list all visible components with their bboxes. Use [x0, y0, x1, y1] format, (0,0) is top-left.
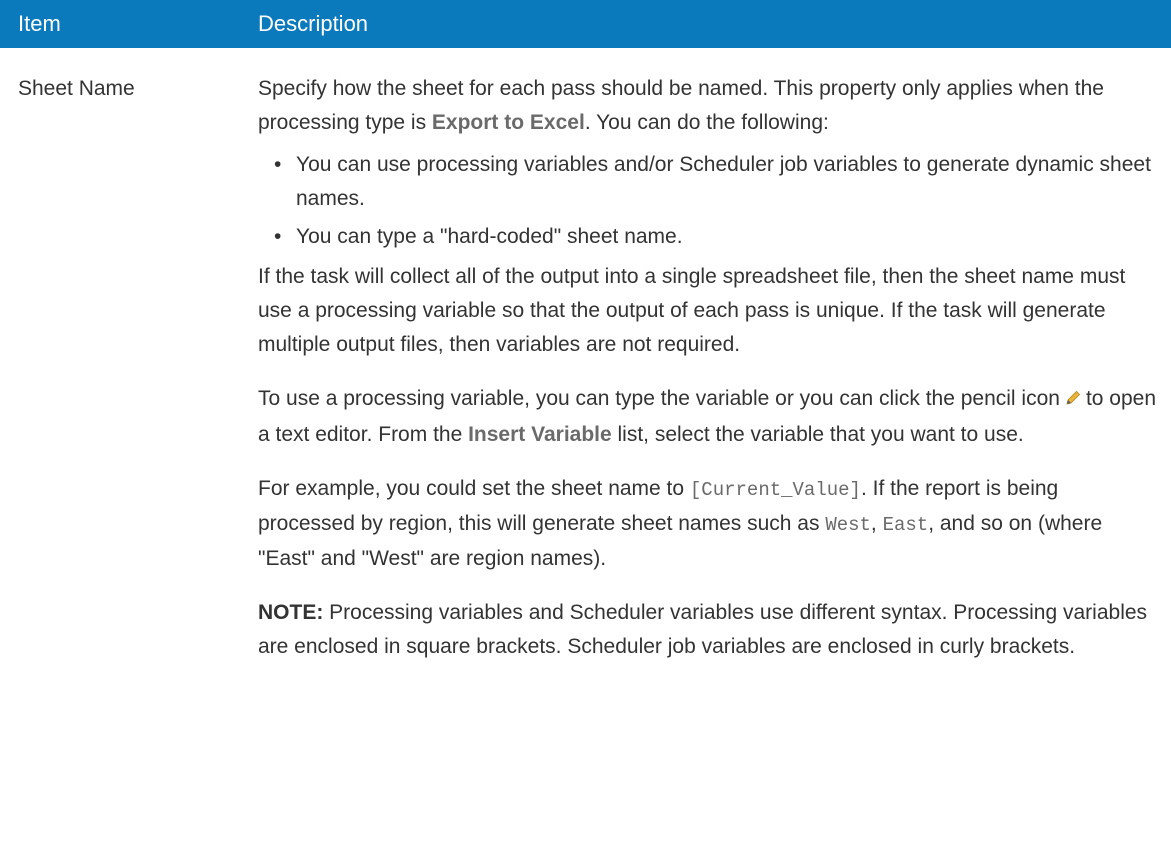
example-paragraph: For example, you could set the sheet nam…	[258, 472, 1158, 576]
ui-term-insert-variable: Insert Variable	[468, 423, 612, 446]
use-text-after: list, select the variable that you want …	[611, 423, 1024, 446]
ui-term-export-to-excel: Export to Excel	[431, 111, 585, 134]
note-paragraph: NOTE: Processing variables and Scheduler…	[258, 596, 1158, 664]
list-item: You can type a "hard-coded" sheet name.	[274, 220, 1158, 254]
intro-text-after: . You can do the following:	[584, 111, 829, 134]
code-west: West	[825, 514, 871, 536]
row-item-name: Sheet Name	[18, 77, 135, 100]
use-variable-paragraph: To use a processing variable, you can ty…	[258, 382, 1158, 452]
code-current-value: [Current_Value]	[689, 479, 861, 501]
column-header-description: Description	[258, 11, 369, 36]
note-text: Processing variables and Scheduler varia…	[258, 601, 1148, 658]
property-table: Item Description Sheet Name Specify how …	[0, 0, 1171, 862]
use-text-before-icon: To use a processing variable, you can ty…	[258, 387, 1060, 410]
collect-paragraph: If the task will collect all of the outp…	[258, 265, 1126, 356]
example-text-before: For example, you could set the sheet nam…	[258, 477, 690, 500]
list-item: You can use processing variables and/or …	[274, 148, 1158, 216]
example-text-comma: ,	[870, 512, 883, 535]
table-header: Item Description	[0, 0, 1171, 48]
code-east: East	[882, 514, 929, 536]
column-header-item: Item	[18, 11, 61, 36]
options-list: You can use processing variables and/or …	[258, 148, 1158, 254]
pencil-icon	[1064, 384, 1082, 418]
intro-paragraph: Specify how the sheet for each pass shou…	[258, 72, 1158, 140]
note-label: NOTE:	[258, 601, 324, 624]
row-description: Specify how the sheet for each pass shou…	[258, 72, 1158, 664]
